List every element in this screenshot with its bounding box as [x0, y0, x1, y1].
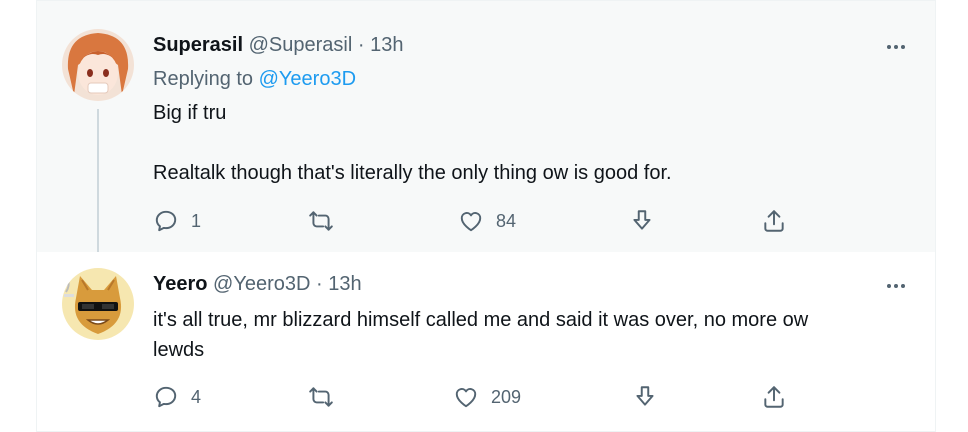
- retweet-icon: [309, 211, 333, 231]
- share-button[interactable]: [761, 206, 787, 236]
- download-icon: [636, 386, 654, 406]
- more-icon[interactable]: [881, 37, 911, 57]
- timeline: Superasil @Superasil · 13h Replying to @…: [36, 0, 936, 432]
- tweet-text-line-1: Big if tru: [153, 102, 227, 124]
- reply-count: 4: [191, 386, 202, 407]
- mention-link[interactable]: @Yeero3D: [259, 68, 356, 90]
- avatar-yeero[interactable]: [62, 268, 134, 340]
- share-button[interactable]: [761, 382, 787, 412]
- like-icon: [455, 388, 477, 408]
- like-icon: [460, 212, 482, 232]
- timestamp[interactable]: 13h: [370, 34, 403, 56]
- like-count: 84: [496, 210, 517, 231]
- more-icon[interactable]: [881, 276, 911, 296]
- retweet-icon: [309, 387, 333, 407]
- tweet-text-line-2: lewds: [153, 339, 205, 361]
- reply-icon: [155, 386, 177, 408]
- reply-button[interactable]: 4: [153, 382, 201, 412]
- tweet-text-line-1: it's all true, mr blizzard himself calle…: [153, 309, 809, 331]
- retweet-button[interactable]: [308, 382, 334, 412]
- share-icon: [764, 210, 784, 232]
- tweet-superasil[interactable]: Superasil @Superasil · 13h Replying to @…: [37, 0, 935, 273]
- reply-count: 1: [191, 210, 202, 231]
- download-button[interactable]: [632, 382, 658, 412]
- handle[interactable]: @Superasil: [249, 34, 353, 56]
- replying-to: Replying to @Yeero3D: [153, 68, 356, 91]
- separator: ·: [316, 273, 323, 295]
- like-button[interactable]: 209: [453, 382, 521, 412]
- tweet-header: Superasil @Superasil · 13h: [153, 34, 403, 57]
- download-button[interactable]: [629, 206, 655, 236]
- display-name[interactable]: Yeero: [153, 273, 207, 295]
- avatar-superasil[interactable]: [62, 29, 134, 101]
- like-button[interactable]: 84: [458, 206, 516, 236]
- replying-prefix: Replying to: [153, 68, 254, 90]
- share-icon: [764, 386, 784, 408]
- download-icon: [633, 210, 651, 230]
- tweet-yeero[interactable]: Yeero @Yeero3D · 13h it's all true, mr b…: [37, 252, 935, 432]
- retweet-button[interactable]: [308, 206, 334, 236]
- display-name[interactable]: Superasil: [153, 34, 243, 56]
- reply-button[interactable]: 1: [153, 206, 201, 236]
- reply-icon: [155, 210, 177, 232]
- like-count: 209: [491, 386, 522, 407]
- tweet-header: Yeero @Yeero3D · 13h: [153, 273, 362, 296]
- timestamp[interactable]: 13h: [328, 273, 361, 295]
- tweet-actions: 1 84: [153, 206, 813, 236]
- thread-connector: [97, 109, 99, 273]
- separator: ·: [357, 34, 365, 56]
- handle[interactable]: @Yeero3D: [213, 273, 310, 295]
- tweet-text-line-2: Realtalk though that's literally the onl…: [153, 162, 672, 184]
- tweet-actions: 4 209: [153, 382, 813, 412]
